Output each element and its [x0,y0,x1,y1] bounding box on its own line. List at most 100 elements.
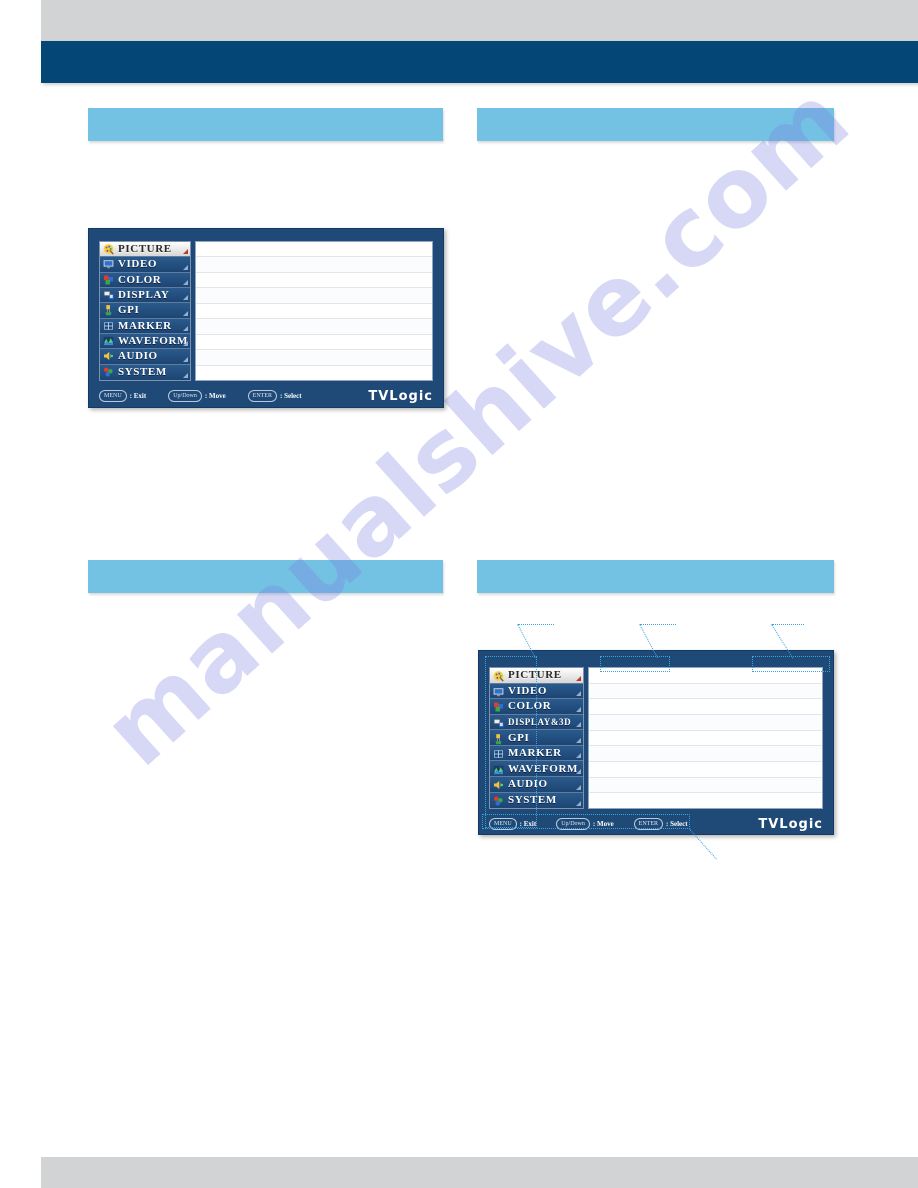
osd-bottom-content-panel[interactable] [588,667,823,809]
osd-bottom-footer: MENU: Exit Up/Down: Move ENTER: Select TVLo… [479,814,833,834]
osd-menu-item-color[interactable]: COLOR [490,699,583,715]
osd-setting-row[interactable] [589,793,822,808]
osd-top-brand-logo: TVLogic [368,388,433,404]
submenu-arrow-icon [183,341,188,347]
palette-icon [102,243,115,255]
submenu-arrow-icon [576,691,581,697]
osd-menu-item-video[interactable]: VIDEO [100,257,190,273]
osd-bottom-menu-tree[interactable]: PICTURE VIDEO COLOR DISPLAY&3D GPI MARKER WAVE… [489,667,584,809]
osd-menu-item-label: SYSTEM [508,794,557,807]
osd-setting-row[interactable] [196,288,432,304]
osd-top-menu-tree[interactable]: PICTURE VIDEO COLOR DISPLAY GPI MARKER WAVEFOR… [99,241,191,381]
osd-menu-item-marker[interactable]: MARKER [100,318,190,334]
submenu-arrow-icon [183,310,188,316]
osd-footer-hint-text: : Exit [519,820,537,828]
osd-menu-item-label: WAVEFORM [118,335,188,348]
osd-menu-screenshot-top: PICTURE VIDEO COLOR DISPLAY GPI MARKER WAVEFOR… [88,228,444,408]
color-swatch-icon [102,274,115,286]
submenu-arrow-icon [576,737,581,743]
osd-menu-item-system[interactable]: SYSTEM [100,364,190,380]
osd-setting-row[interactable] [589,699,822,716]
display-icon [102,289,115,301]
osd-footer-hint-text: : Select [666,820,688,828]
osd-menu-item-waveform[interactable]: WAVEFORM [100,333,190,350]
waveform-icon [102,335,115,347]
osd-setting-row[interactable] [589,777,822,794]
osd-menu-item-label: MARKER [118,319,172,332]
section-header-bottom-right [477,560,834,593]
osd-menu-item-label: COLOR [118,273,162,286]
section-header-top-right [477,108,834,141]
osd-setting-row[interactable] [196,257,432,273]
osd-footer-hint-text: : Exit [129,392,147,400]
osd-menu-item-color[interactable]: COLOR [100,272,190,288]
osd-menu-item-label: AUDIO [508,778,548,791]
osd-setting-row[interactable] [196,273,432,289]
osd-menu-item-audio[interactable]: AUDIO [490,776,583,793]
page-banner [41,41,918,83]
osd-menu-item-label: PICTURE [118,243,172,256]
osd-setting-row[interactable] [589,668,822,684]
osd-top-body: PICTURE VIDEO COLOR DISPLAY GPI MARKER WAVEFOR… [89,241,443,381]
osd-menu-item-picture[interactable]: PICTURE [100,242,190,258]
osd-setting-row[interactable] [589,715,822,731]
osd-bottom-brand-logo: TVLogic [758,816,823,832]
monitor-icon [492,685,505,697]
osd-menu-item-label: WAVEFORM [508,762,578,775]
osd-setting-row[interactable] [589,731,822,747]
osd-setting-row[interactable] [589,683,822,700]
submenu-arrow-icon [183,279,188,285]
osd-bottom-body: PICTURE VIDEO COLOR DISPLAY&3D GPI MARKER WAVE… [479,667,833,809]
osd-setting-row[interactable] [196,335,432,351]
osd-menu-item-gpi[interactable]: GPI [100,303,190,319]
osd-setting-row[interactable] [196,350,432,366]
osd-setting-row[interactable] [196,319,432,335]
osd-menu-screenshot-bottom: PICTURE VIDEO COLOR DISPLAY&3D GPI MARKER WAVE… [478,650,834,835]
osd-menu-item-waveform[interactable]: WAVEFORM [490,761,583,777]
page-top-band [41,0,918,41]
osd-menu-item-system[interactable]: SYSTEM [490,792,583,809]
section-header-top-left [88,108,443,141]
osd-footer-hint-select: ENTER: Select [247,390,302,402]
osd-footer-hint-text: : Select [280,392,302,400]
osd-menu-item-label: COLOR [508,700,552,713]
osd-menu-item-marker[interactable]: MARKER [490,745,583,762]
osd-menu-item-picture[interactable]: PICTURE [490,668,583,684]
page-bottom-band [41,1157,918,1188]
osd-setting-row[interactable] [196,304,432,320]
osd-menu-item-display[interactable]: DISPLAY [100,287,190,304]
osd-footer-hint-exit: MENU: Exit [99,390,146,402]
page-root: manualshive.com PICTURE VIDEO COLOR DISPLAY… [0,0,918,1188]
osd-menu-item-gpi[interactable]: GPI [490,730,583,746]
submenu-arrow-icon [183,325,188,331]
submenu-arrow-icon [183,249,188,255]
osd-menu-item-video[interactable]: VIDEO [490,683,583,700]
banner-title [41,41,42,42]
key-cap-enter: ENTER [247,390,278,402]
key-cap-menu: MENU [99,390,127,402]
key-cap-up-down: Up/Down [168,390,202,402]
callout-annotation-layer [0,0,918,1188]
callout-leader-menu-tree-top [518,624,554,625]
osd-footer-hint-move: Up/Down: Move [168,390,226,402]
osd-top-footer: MENU: Exit Up/Down: Move ENTER: Select TVLo… [89,385,443,407]
osd-setting-row[interactable] [196,366,432,380]
osd-menu-item-label: GPI [118,304,140,317]
system-icon [102,366,115,378]
submenu-arrow-icon [576,801,581,807]
osd-setting-row[interactable] [589,762,822,778]
osd-menu-item-label: VIDEO [508,684,548,697]
key-cap-up-down: Up/Down [556,818,590,830]
section-header-bottom-left [88,560,443,593]
palette-icon [492,669,505,682]
submenu-arrow-icon [183,295,188,301]
osd-setting-row[interactable] [196,242,432,258]
plug-icon [492,732,505,744]
osd-menu-item-display-3d[interactable]: DISPLAY&3D [490,714,583,731]
osd-menu-item-label: VIDEO [118,258,158,271]
osd-menu-item-audio[interactable]: AUDIO [100,349,190,365]
submenu-arrow-icon [576,784,581,790]
osd-menu-item-label: PICTURE [508,669,562,682]
osd-setting-row[interactable] [589,746,822,763]
osd-top-content-panel[interactable] [195,241,433,381]
